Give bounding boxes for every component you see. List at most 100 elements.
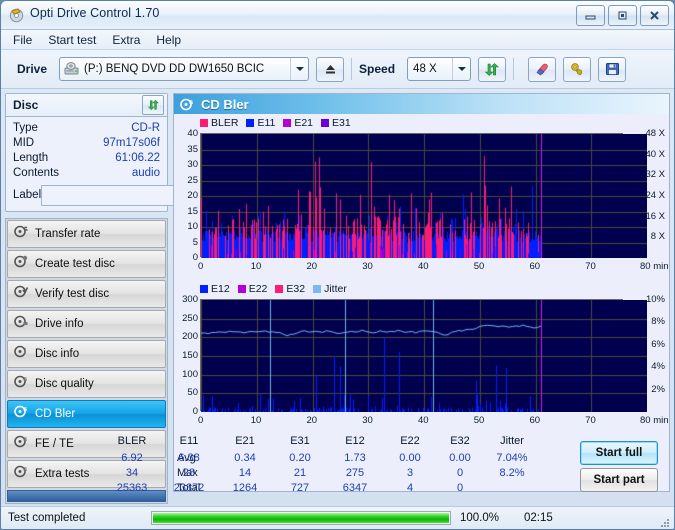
close-button[interactable]	[640, 5, 669, 26]
e12-xtick: 20	[306, 415, 318, 426]
speed-select[interactable]: 48 X	[407, 57, 472, 81]
e12-xtick: 70	[585, 415, 596, 426]
bler-plot-canvas	[201, 134, 647, 258]
menu-item-extra[interactable]: Extra	[104, 31, 148, 49]
e12-xtick: 60	[529, 415, 541, 426]
drive-select[interactable]: (P:) BENQ DVD DD DW1650 BCIC	[59, 57, 310, 81]
e12-ytick: 300	[182, 294, 198, 305]
disc-rows: Type CD-R MID 97m17s06f Length 61:06.22 …	[6, 117, 246, 211]
settings-button[interactable]	[563, 56, 592, 82]
e12-xtick: 0	[198, 415, 204, 426]
menu-item-file[interactable]: File	[5, 31, 40, 49]
sidebar-item-cd-bler[interactable]: CD Bler	[7, 400, 166, 428]
toolbar-divider-2	[513, 58, 515, 80]
disc-row-type: Type CD-R	[13, 121, 160, 136]
drive-label: Drive	[17, 62, 48, 76]
disc-extra-icon	[14, 465, 28, 483]
stats-cell-max-e22: 3	[406, 467, 414, 479]
legend-item-e22: E22	[237, 283, 267, 295]
sidebar-item-verify-test-disc[interactable]: Verify test disc	[7, 280, 166, 308]
start-full-button[interactable]: Start full	[580, 441, 658, 465]
legend-label-bler: BLER	[211, 116, 239, 129]
stats-cell-total-e21: 1264	[232, 482, 258, 494]
stats-col-e12: E12	[345, 435, 365, 447]
e12-xtick: 80 min	[640, 415, 669, 426]
bler-ytick: 35	[187, 143, 198, 155]
disc-refresh-button[interactable]	[142, 95, 164, 115]
stats-cell-max-e31: 21	[293, 467, 307, 479]
start-part-button[interactable]: Start part	[580, 468, 658, 492]
stats-col-jitter: Jitter	[500, 435, 524, 447]
legend-swatch-e21	[283, 118, 292, 127]
disc-info-box: Disc Type CD-R MID 97m17s06f Length 61:0…	[5, 93, 246, 212]
disc-check-icon	[14, 285, 29, 303]
erase-button[interactable]	[528, 56, 557, 82]
maximize-button[interactable]	[608, 5, 637, 26]
stats-cell-max-jitter: 8.2%	[499, 467, 525, 479]
sidebar-item-disc-quality[interactable]: Disc quality	[7, 370, 166, 398]
refresh-button[interactable]	[478, 56, 507, 82]
disc-type-value: CD-R	[131, 122, 160, 134]
legend-item-e11: E11	[246, 117, 275, 129]
toolbar-divider-1	[351, 58, 353, 80]
sidebar-item-drive-info[interactable]: Drive info	[7, 310, 166, 338]
bler-chart: 0 5 10 15 20 25 30 35 40 8 X 16 X 24 X 32 X 40 X 48 X…	[174, 128, 669, 280]
sidebar-label-cd-bler: CD Bler	[35, 408, 76, 420]
elapsed-time: 02:15	[524, 512, 553, 524]
menu-item-help[interactable]: Help	[148, 31, 189, 49]
stats-cell-max-e12: 275	[345, 467, 365, 479]
stats-table: BLER E11 E21 E31 E12 E22 E32 Jitter Avg 6.92 6.38 0…	[117, 433, 669, 494]
disc-quality-icon	[14, 375, 28, 393]
sidebar-label-verify-test-disc: Verify test disc	[35, 288, 110, 300]
title-bar: Opti Drive Control 1.70	[1, 1, 674, 30]
legend-item-e31: E31	[321, 117, 351, 129]
sidebar-item-transfer-rate[interactable]: Transfer rate	[7, 220, 166, 248]
menu-item-start-test[interactable]: Start test	[40, 31, 104, 49]
disc-bler-icon	[180, 98, 194, 111]
disc-burn-icon	[14, 255, 28, 273]
disc-mid-value: 97m17s06f	[103, 137, 160, 149]
drive-dropdown-arrow[interactable]	[290, 58, 308, 80]
stats-cell-total-e22: 4	[406, 482, 414, 494]
eject-button[interactable]	[316, 56, 345, 82]
chart2-legend: E12 E22 E32 Jitter	[174, 280, 669, 296]
stats-cell-max-e11: 28	[182, 467, 196, 479]
e12-y2tick: 8%	[651, 316, 665, 328]
e12-xtick: 30	[362, 415, 373, 426]
drive-value: (P:) BENQ DVD DD DW1650 BCIC	[84, 63, 265, 75]
main-body: Disc Type CD-R MID 97m17s06f Length 61:0…	[1, 89, 674, 523]
speed-dropdown-arrow[interactable]	[452, 58, 470, 80]
legend-swatch-e11	[246, 118, 255, 127]
legend-item-jitter: Jitter	[313, 283, 347, 295]
panel-header: CD Bler	[174, 94, 669, 114]
chart1-legend: BLER E11 E21 E31	[174, 114, 669, 130]
save-button[interactable]	[598, 56, 627, 82]
sidebar-label-transfer-rate: Transfer rate	[35, 228, 101, 240]
resize-grip-icon[interactable]	[660, 515, 670, 527]
bler-xtick: 50	[473, 261, 485, 272]
sidebar-label-extra-tests: Extra tests	[35, 468, 90, 480]
e12-ytick: 200	[182, 331, 198, 343]
right-panel: CD Bler BLER E11 E21 E31 0 5 10 15 20 25…	[117, 93, 670, 494]
sidebar-item-disc-info[interactable]: Disc info	[7, 340, 166, 368]
disc-row-length: Length 61:06.22	[13, 151, 160, 166]
window-controls	[576, 5, 669, 26]
progress-percent: 100.0%	[460, 512, 500, 524]
legend-swatch-e22	[237, 284, 246, 293]
stats-cell-avg-e32: 0.00	[449, 452, 471, 464]
disc-header-label: Disc	[13, 98, 39, 112]
disc-fete-icon	[14, 435, 28, 453]
e12-ytick: 100	[182, 368, 198, 380]
stats-cell-avg-e11: 6.38	[178, 452, 200, 464]
stats-cell-avg-e22: 0.00	[399, 452, 421, 464]
stats-cell-total-e11: 23372	[173, 482, 205, 494]
disc-speed-icon	[14, 225, 28, 243]
bler-xtick: 40	[418, 261, 429, 272]
disc-row-contents: Contents audio	[13, 166, 160, 181]
progress-fill	[153, 513, 449, 523]
bler-y2tick: 16 X	[645, 210, 665, 222]
minimize-button[interactable]	[576, 5, 605, 26]
sidebar-item-create-test-disc[interactable]: Create test disc	[7, 250, 166, 278]
e12-ytick: 0	[192, 406, 198, 417]
progress-bar	[151, 511, 451, 525]
